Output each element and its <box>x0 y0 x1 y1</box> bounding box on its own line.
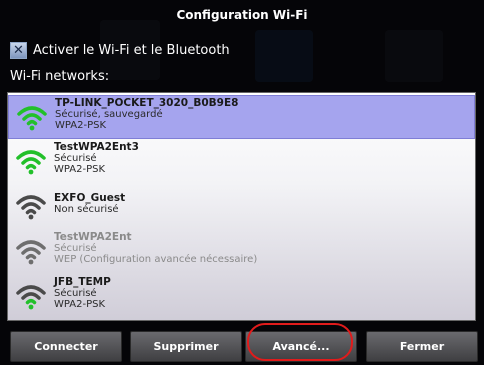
network-list[interactable]: TP-LINK_POCKET_3020_B0B9E8 Sécurisé, sau… <box>7 92 476 321</box>
delete-button[interactable]: Supprimer <box>130 331 242 362</box>
network-status: Sécurisé <box>54 243 97 254</box>
enable-wifi-bt-label: Activer le Wi-Fi et le Bluetooth <box>33 42 230 58</box>
network-status: Sécurisé, sauvegardé <box>55 109 163 120</box>
wifi-green-icon <box>17 106 47 131</box>
network-name: TestWPA2Ent3 <box>54 141 139 153</box>
network-item-jfb-temp[interactable]: JFB_TEMP Sécurisé WPA2-PSK <box>8 275 475 319</box>
networks-label: Wi-Fi networks: <box>10 69 110 84</box>
enable-wifi-bt-toggle[interactable]: ✕ Activer le Wi-Fi et le Bluetooth <box>10 41 230 59</box>
network-item-tp-link[interactable]: TP-LINK_POCKET_3020_B0B9E8 Sécurisé, sau… <box>8 95 475 139</box>
network-status: Non sécurisé <box>54 204 119 215</box>
connect-button[interactable]: Connecter <box>10 331 122 362</box>
checkbox-icon[interactable]: ✕ <box>10 41 27 59</box>
advanced-highlight-circle <box>247 323 353 361</box>
network-name: TestWPA2Ent <box>54 231 132 243</box>
network-security: WPA2-PSK <box>54 299 106 310</box>
network-name: JFB_TEMP <box>54 276 111 288</box>
wifi-mixed-icon <box>16 285 46 310</box>
network-item-testwpa2ent[interactable]: TestWPA2Ent Sécurisé WEP (Configuration … <box>8 230 475 274</box>
network-name: TP-LINK_POCKET_3020_B0B9E8 <box>55 97 239 109</box>
network-security: WPA2-PSK <box>54 164 106 175</box>
dialog-title: Configuration Wi-Fi <box>176 8 308 22</box>
wifi-green-icon <box>16 150 46 175</box>
close-button[interactable]: Fermer <box>366 331 478 362</box>
network-status: Sécurisé <box>54 153 97 164</box>
network-security: WPA2-PSK <box>55 120 107 131</box>
network-security: WEP (Configuration avancée nécessaire) <box>54 254 258 265</box>
wifi-gray-icon <box>16 195 46 220</box>
network-status: Sécurisé <box>54 288 97 299</box>
wifi-config-dialog: Configuration Wi-Fi ✕ Activer le Wi-Fi e… <box>0 0 484 365</box>
network-item-testwpa2ent3[interactable]: TestWPA2Ent3 Sécurisé WPA2-PSK <box>8 140 475 184</box>
network-item-exfo-guest[interactable]: EXFO_Guest Non sécurisé <box>8 185 475 229</box>
button-bar: Connecter Supprimer Avancé... Fermer <box>0 327 484 365</box>
network-name: EXFO_Guest <box>54 192 126 204</box>
wifi-gray-icon <box>16 240 46 265</box>
